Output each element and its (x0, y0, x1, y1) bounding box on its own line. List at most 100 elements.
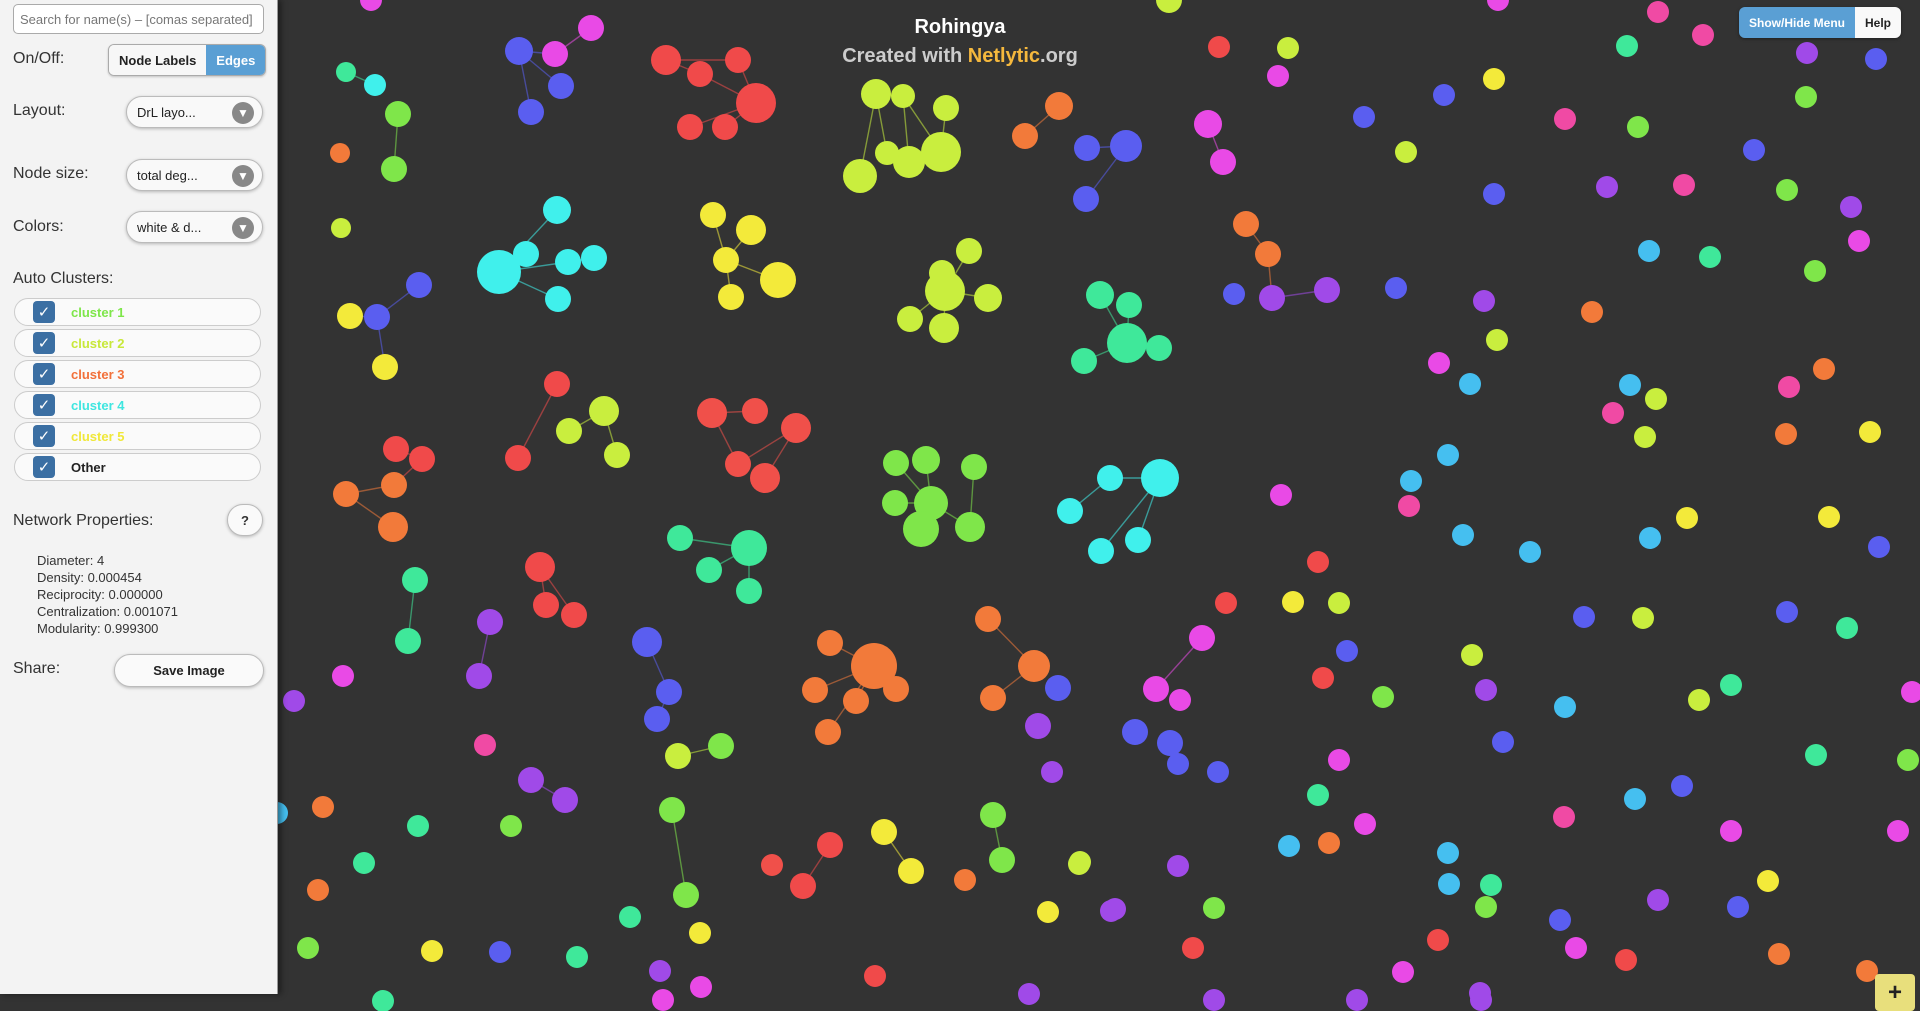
network-node[interactable] (1859, 421, 1881, 443)
network-node[interactable] (1045, 675, 1071, 701)
network-node[interactable] (790, 873, 816, 899)
network-node[interactable] (656, 679, 682, 705)
network-node[interactable] (954, 869, 976, 891)
node-labels-toggle[interactable]: Node Labels (109, 45, 207, 75)
network-node[interactable] (1353, 106, 1375, 128)
network-graph[interactable] (0, 0, 1920, 1011)
network-node[interactable] (505, 445, 531, 471)
network-node[interactable] (929, 313, 959, 343)
network-node[interactable] (696, 557, 722, 583)
network-node[interactable] (861, 79, 891, 109)
network-node[interactable] (1312, 667, 1334, 689)
network-node[interactable] (1437, 842, 1459, 864)
network-node[interactable] (542, 41, 568, 67)
network-node[interactable] (1554, 696, 1576, 718)
network-node[interactable] (1141, 459, 1179, 497)
network-node[interactable] (1433, 84, 1455, 106)
network-node[interactable] (742, 398, 768, 424)
network-node[interactable] (477, 609, 503, 635)
network-node[interactable] (1233, 211, 1259, 237)
network-node[interactable] (760, 262, 796, 298)
network-node[interactable] (817, 832, 843, 858)
network-node[interactable] (297, 937, 319, 959)
network-node[interactable] (1627, 116, 1649, 138)
network-node[interactable] (353, 852, 375, 874)
network-node[interactable] (518, 99, 544, 125)
network-node[interactable] (1549, 909, 1571, 931)
network-node[interactable] (1743, 139, 1765, 161)
network-node[interactable] (1616, 35, 1638, 57)
network-node[interactable] (708, 733, 734, 759)
network-node[interactable] (1041, 761, 1063, 783)
network-node[interactable] (1427, 929, 1449, 951)
network-node[interactable] (961, 454, 987, 480)
edges-toggle[interactable]: Edges (206, 45, 266, 75)
network-node[interactable] (1688, 689, 1710, 711)
network-node[interactable] (548, 73, 574, 99)
network-node[interactable] (283, 690, 305, 712)
network-node[interactable] (312, 796, 334, 818)
network-node[interactable] (1638, 240, 1660, 262)
network-node[interactable] (815, 719, 841, 745)
network-node[interactable] (1025, 713, 1051, 739)
network-node[interactable] (1097, 465, 1123, 491)
network-node[interactable] (1018, 983, 1040, 1005)
network-node[interactable] (989, 847, 1015, 873)
network-node[interactable] (1018, 650, 1050, 682)
network-node[interactable] (381, 156, 407, 182)
network-node[interactable] (1215, 592, 1237, 614)
network-node[interactable] (1868, 536, 1890, 558)
network-node[interactable] (1208, 36, 1230, 58)
search-input[interactable] (13, 4, 264, 34)
network-node[interactable] (1554, 108, 1576, 130)
network-node[interactable] (781, 413, 811, 443)
network-node[interactable] (544, 371, 570, 397)
network-node[interactable] (1836, 617, 1858, 639)
cluster-row[interactable]: ✓ cluster 2 (14, 329, 261, 357)
network-node[interactable] (1796, 42, 1818, 64)
network-node[interactable] (903, 511, 939, 547)
network-node[interactable] (1487, 0, 1509, 11)
cluster-row[interactable]: ✓ cluster 5 (14, 422, 261, 450)
network-node[interactable] (1887, 820, 1909, 842)
network-node[interactable] (1167, 855, 1189, 877)
network-node[interactable] (552, 787, 578, 813)
network-node[interactable] (882, 490, 908, 516)
network-node[interactable] (360, 0, 382, 11)
network-node[interactable] (1270, 484, 1292, 506)
network-node[interactable] (1692, 24, 1714, 46)
network-node[interactable] (1156, 0, 1182, 13)
network-node[interactable] (1596, 176, 1618, 198)
network-node[interactable] (1346, 989, 1368, 1011)
network-node[interactable] (1720, 674, 1742, 696)
network-node[interactable] (925, 271, 965, 311)
network-node[interactable] (421, 940, 443, 962)
network-node[interactable] (1727, 896, 1749, 918)
network-node[interactable] (333, 481, 359, 507)
network-node[interactable] (731, 530, 767, 566)
network-node[interactable] (1461, 644, 1483, 666)
network-node[interactable] (652, 989, 674, 1011)
network-node[interactable] (1901, 681, 1920, 703)
network-node[interactable] (1720, 820, 1742, 842)
network-node[interactable] (1116, 292, 1142, 318)
network-node[interactable] (864, 965, 886, 987)
network-node[interactable] (1146, 335, 1172, 361)
network-node[interactable] (1639, 527, 1661, 549)
help-button[interactable]: Help (1855, 7, 1902, 38)
network-node[interactable] (1897, 749, 1919, 771)
network-node[interactable] (1169, 689, 1191, 711)
network-node[interactable] (500, 815, 522, 837)
network-node[interactable] (1392, 961, 1414, 983)
network-node[interactable] (1647, 889, 1669, 911)
network-node[interactable] (331, 218, 351, 238)
network-node[interactable] (1776, 179, 1798, 201)
network-node[interactable] (1104, 898, 1126, 920)
network-node[interactable] (802, 677, 828, 703)
network-node[interactable] (332, 665, 354, 687)
save-image-button[interactable]: Save Image (114, 654, 264, 687)
network-node[interactable] (1645, 388, 1667, 410)
network-node[interactable] (817, 630, 843, 656)
network-node[interactable] (1107, 323, 1147, 363)
network-node[interactable] (1057, 498, 1083, 524)
